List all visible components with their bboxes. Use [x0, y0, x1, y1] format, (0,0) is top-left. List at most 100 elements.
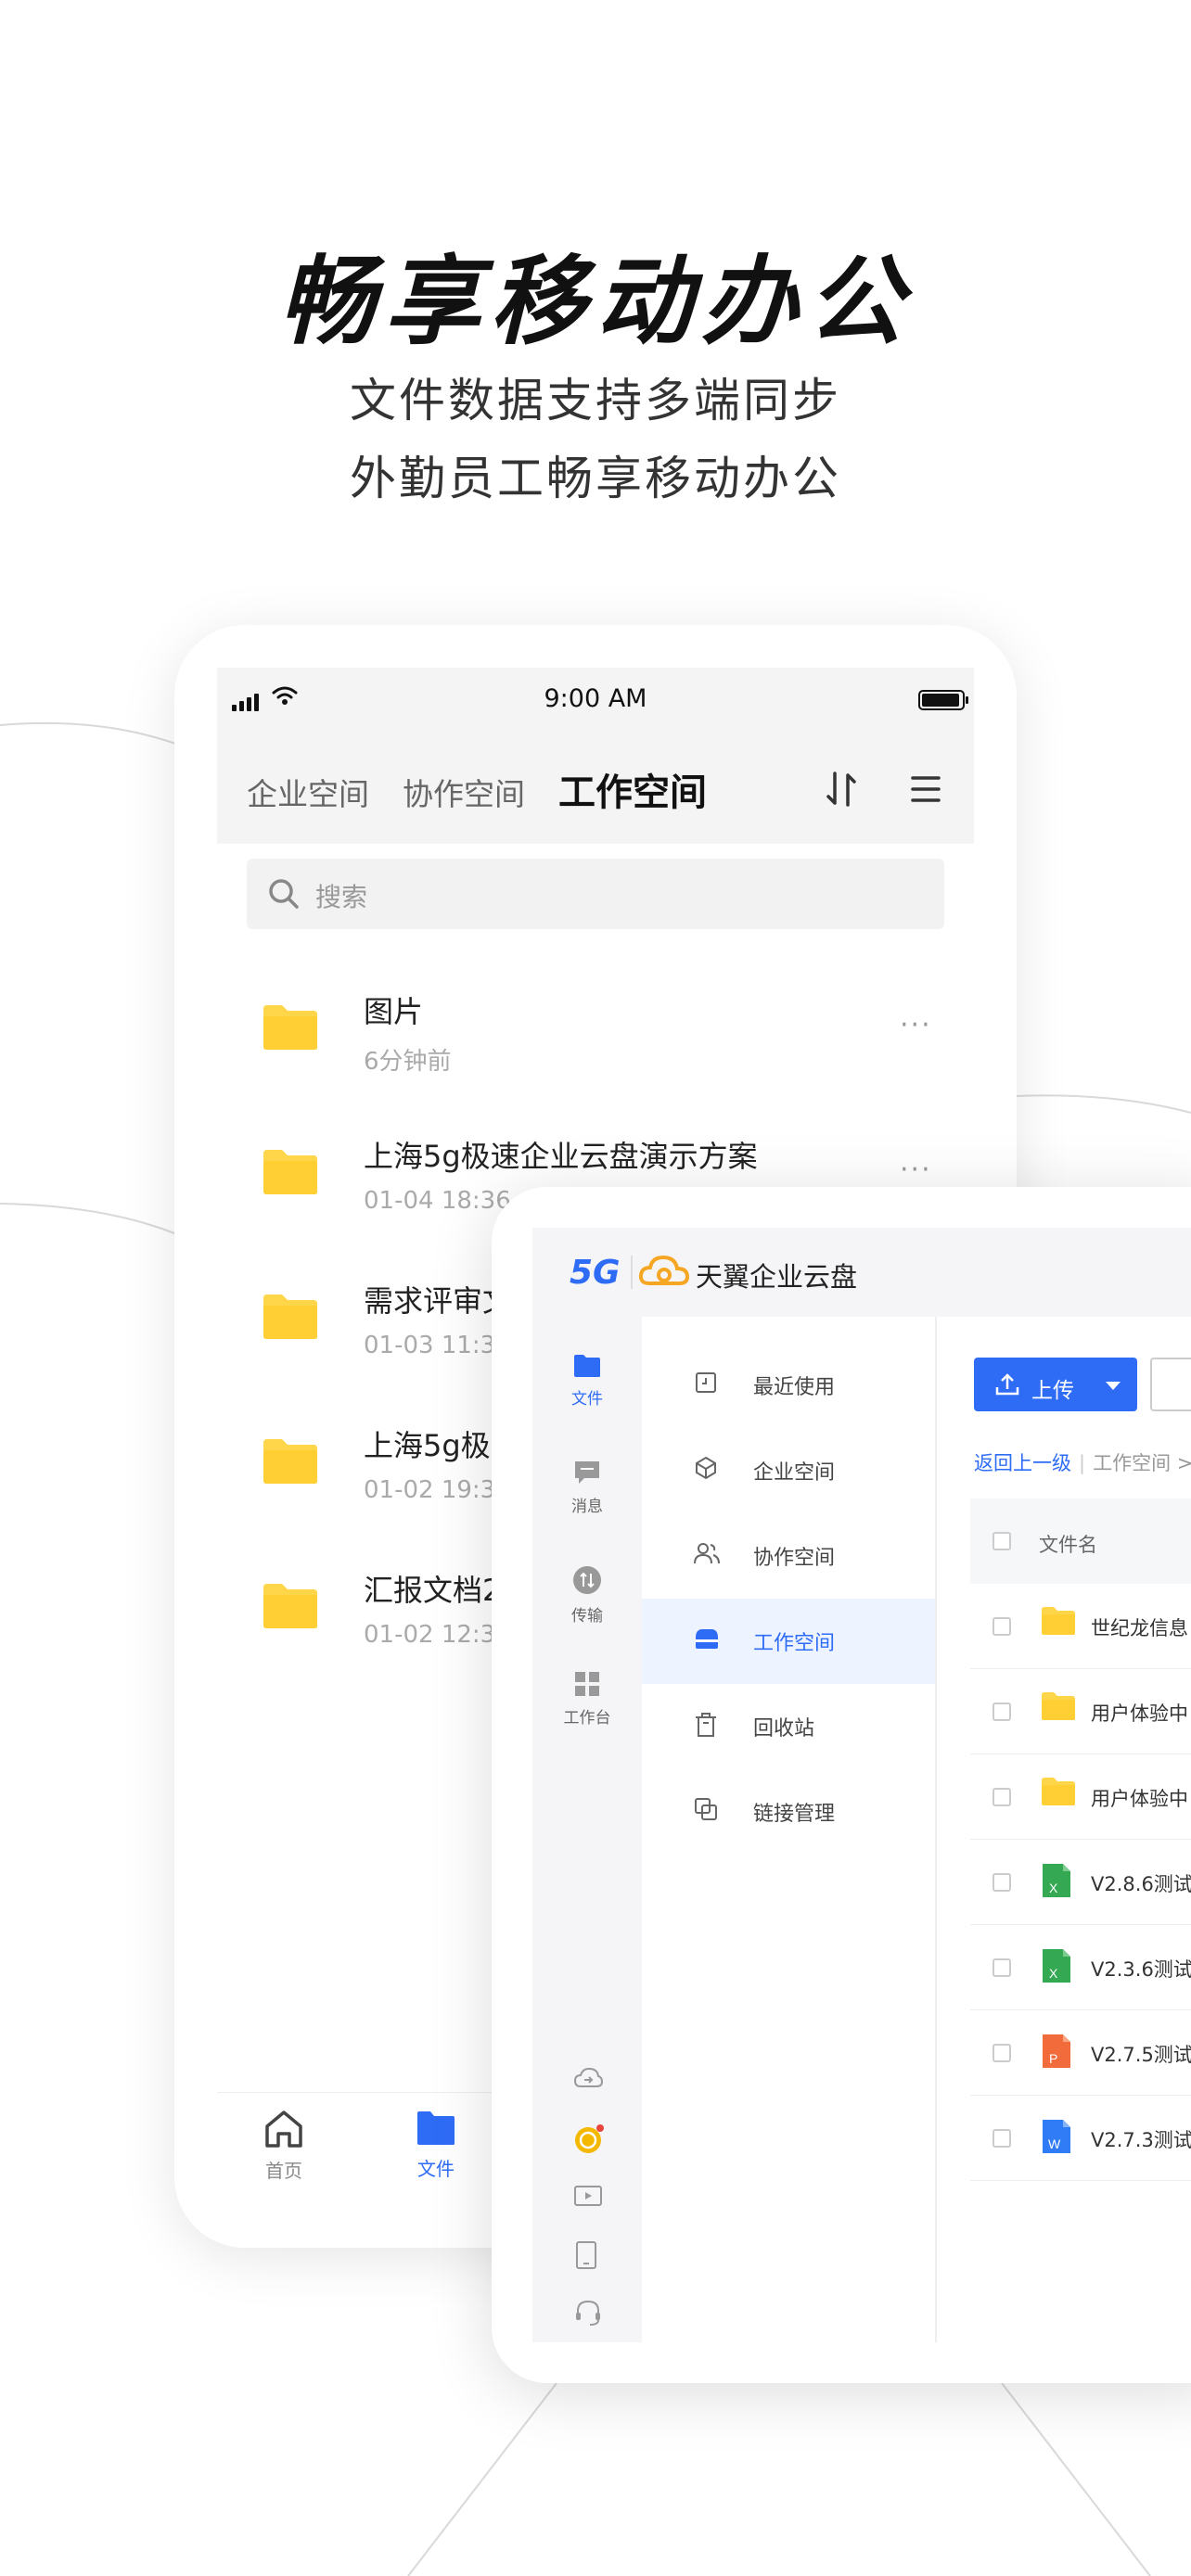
- trash-icon: [696, 1713, 716, 1737]
- list-item[interactable]: 图片 6分钟前 ···: [217, 963, 974, 1107]
- row-checkbox[interactable]: [992, 1617, 1011, 1636]
- file-name: V2.3.6测试: [1091, 1958, 1191, 1981]
- home-icon: [265, 2111, 302, 2148]
- upload-label: 上传: [1031, 1379, 1074, 1403]
- chevron-down-icon: [1106, 1382, 1121, 1390]
- folder-icon: [417, 2111, 455, 2145]
- app-header: 5G 天翼企业云盘: [532, 1228, 1191, 1317]
- nav-home-label: 首页: [265, 2160, 302, 2182]
- row-checkbox[interactable]: [992, 2044, 1011, 2062]
- side-menu: 最近使用 企业空间 协作空间 工作空间 回收站 链接管理: [642, 1317, 937, 2342]
- file-icon: [574, 1355, 600, 1377]
- rail-messages-label: 消息: [571, 1498, 603, 1516]
- side-item-collab[interactable]: 协作空间: [642, 1513, 935, 1599]
- breadcrumb-back[interactable]: 返回上一级: [974, 1452, 1071, 1474]
- table-row[interactable]: 用户体验中: [970, 1669, 1191, 1754]
- more-icon[interactable]: ···: [900, 1009, 932, 1041]
- row-checkbox[interactable]: [992, 1873, 1011, 1892]
- transfer-icon: [573, 1566, 601, 1594]
- icon-rail: 文件 消息 传输 工作台: [532, 1317, 642, 2342]
- file-name: 汇报文档2: [364, 1573, 502, 1608]
- file-meta: 6分钟前: [364, 1048, 452, 1076]
- hero-subtitle-2: 外勤员工畅享移动办公: [350, 452, 841, 505]
- menu-icon[interactable]: [911, 775, 941, 803]
- rail-transfer-label: 传输: [571, 1607, 603, 1626]
- sort-icon[interactable]: [826, 772, 857, 807]
- hero-subtitle-1: 文件数据支持多端同步: [350, 374, 841, 427]
- cloud-logo-icon: [638, 1255, 690, 1285]
- side-item-enterprise[interactable]: 企业空间: [642, 1428, 935, 1513]
- side-item-workspace[interactable]: 工作空间: [642, 1599, 935, 1684]
- status-time: 9:00 AM: [544, 684, 647, 713]
- upload-icon: [995, 1373, 1019, 1396]
- svg-text:P: P: [1049, 2051, 1057, 2066]
- status-icon[interactable]: [573, 2123, 605, 2155]
- nav-files[interactable]: 文件: [390, 2110, 482, 2181]
- side-item-trash[interactable]: 回收站: [642, 1684, 935, 1769]
- word-file-icon: W: [1043, 2120, 1070, 2153]
- side-item-recent[interactable]: 最近使用: [642, 1343, 935, 1428]
- table-row[interactable]: P V2.7.5测试: [970, 2010, 1191, 2096]
- select-all-checkbox[interactable]: [992, 1532, 1011, 1550]
- breadcrumb: 返回上一级 | 工作空间 >: [974, 1448, 1191, 1476]
- table-row[interactable]: 用户体验中: [970, 1754, 1191, 1840]
- team-icon: [694, 1543, 720, 1564]
- new-folder-button[interactable]: [1150, 1358, 1191, 1411]
- file-panel: 上传 返回上一级 | 工作空间 > 文件名 世纪龙信息 用户体验中 用户体验中 …: [937, 1317, 1191, 2342]
- table-row[interactable]: 世纪龙信息: [970, 1584, 1191, 1669]
- logo-5g: 5G: [570, 1254, 621, 1292]
- svg-text:X: X: [1049, 1881, 1058, 1895]
- link-icon: [695, 1798, 717, 1820]
- row-checkbox[interactable]: [992, 2129, 1011, 2148]
- rail-workbench[interactable]: 工作台: [532, 1671, 642, 1728]
- column-header-filename: 文件名: [1039, 1534, 1097, 1556]
- battery-icon: [918, 690, 968, 710]
- tab-enterprise-space[interactable]: 企业空间: [247, 770, 369, 814]
- app-name: 天翼企业云盘: [696, 1261, 858, 1293]
- file-name: 用户体验中: [1091, 1788, 1188, 1810]
- row-checkbox[interactable]: [992, 1702, 1011, 1721]
- file-name: 上海5g极速企业云盘演示方案: [364, 1139, 758, 1174]
- tablet-icon[interactable]: [573, 2240, 599, 2270]
- rail-messages[interactable]: 消息: [532, 1460, 642, 1516]
- side-item-links[interactable]: 链接管理: [642, 1769, 935, 1855]
- rail-transfer[interactable]: 传输: [532, 1565, 642, 1626]
- cloud-sync-icon[interactable]: [573, 2066, 603, 2092]
- search-input[interactable]: 搜索: [247, 859, 944, 929]
- more-icon[interactable]: ···: [900, 1154, 932, 1186]
- breadcrumb-separator: |: [1079, 1452, 1086, 1474]
- file-meta: 01-02 12:30: [364, 1621, 511, 1649]
- table-row[interactable]: X V2.3.6测试: [970, 1925, 1191, 2010]
- nav-home[interactable]: 首页: [237, 2110, 330, 2183]
- workspace-icon: [696, 1629, 718, 1649]
- rail-files-label: 文件: [571, 1390, 603, 1409]
- file-name: V2.7.3测试: [1091, 2129, 1191, 2151]
- table-row[interactable]: X V2.8.6测试: [970, 1840, 1191, 1925]
- svg-text:W: W: [1048, 2136, 1061, 2151]
- folder-icon: [263, 1584, 317, 1628]
- row-checkbox[interactable]: [992, 1788, 1011, 1806]
- excel-file-icon: X: [1043, 1864, 1070, 1897]
- table-row[interactable]: W V2.7.3测试: [970, 2096, 1191, 2181]
- video-icon[interactable]: [573, 2183, 603, 2209]
- folder-icon: [1042, 1607, 1075, 1635]
- hero-title: 畅享移动办公: [277, 245, 913, 358]
- rail-files[interactable]: 文件: [532, 1354, 642, 1409]
- file-name: V2.8.6测试: [1091, 1873, 1191, 1895]
- file-name: 用户体验中: [1091, 1702, 1188, 1725]
- file-name: 图片: [364, 994, 424, 1029]
- headset-icon[interactable]: [573, 2298, 603, 2327]
- file-name: 世纪龙信息: [1091, 1617, 1188, 1639]
- file-name: 需求评审文: [364, 1283, 513, 1319]
- excel-file-icon: X: [1043, 1949, 1070, 1983]
- workbench-icon: [575, 1672, 599, 1696]
- tab-work-space[interactable]: 工作空间: [558, 762, 707, 816]
- ppt-file-icon: P: [1043, 2034, 1070, 2068]
- row-checkbox[interactable]: [992, 1958, 1011, 1977]
- tab-collab-space[interactable]: 协作空间: [403, 770, 525, 814]
- folder-icon: [263, 1005, 317, 1050]
- status-bar: 9:00 AM: [217, 668, 974, 734]
- file-name: V2.7.5测试: [1091, 2044, 1191, 2066]
- upload-button[interactable]: 上传: [974, 1358, 1137, 1411]
- space-tabs: 企业空间 协作空间 工作空间: [217, 734, 974, 844]
